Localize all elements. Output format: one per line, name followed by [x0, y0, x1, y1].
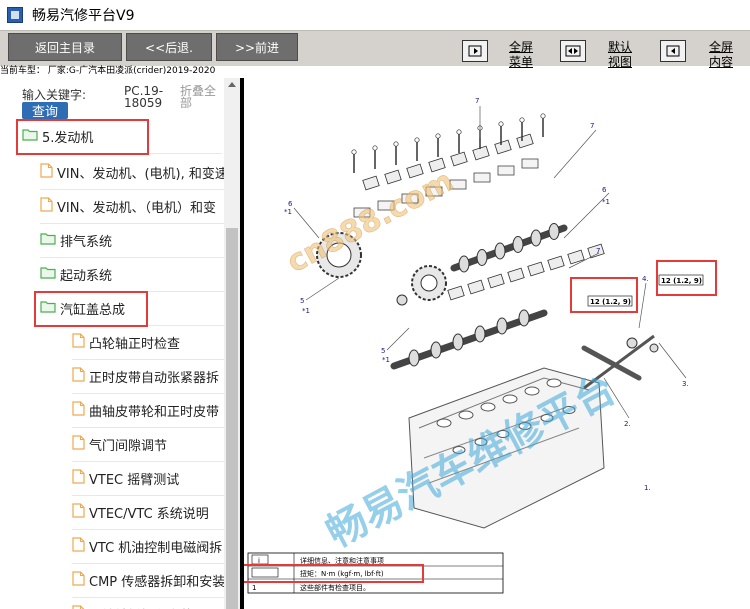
torque-box-1: 12 (1.2, 9)	[587, 295, 633, 307]
scroll-thumb[interactable]	[226, 228, 238, 609]
tree-item-label: 凸轮轴拆卸和安装	[89, 605, 193, 609]
toolbar: 返回主目录 <<后退. >>前进 全屏 菜单 默认 视图 全屏 内容	[0, 30, 750, 69]
callout-1: 1.	[644, 484, 651, 492]
callout-6-right: 6	[602, 186, 607, 194]
tree-item-label: 正时皮带自动张紧器拆	[89, 371, 220, 386]
document-icon	[72, 367, 85, 386]
tree-folder-item[interactable]: 排气系统	[40, 224, 224, 258]
scroll-up-icon[interactable]	[228, 82, 236, 87]
legend-table: i 1 详细信息、注意和注意事项 扭矩：N·m (kgf·m, lbf·ft) …	[247, 552, 504, 594]
legend-row-inspection: 这些部件有检查项目。	[300, 583, 370, 592]
default-view-icon[interactable]	[560, 40, 586, 62]
callout-5-left: 5	[300, 297, 304, 305]
tree-item-label: VTC 机油控制电磁阀拆	[89, 541, 223, 556]
tree-doc-item[interactable]: VIN、发动机、（电机）和变	[40, 190, 224, 224]
tree-item-label: VTEC 摇臂测试	[89, 473, 180, 488]
callout-6-left: 6	[288, 200, 293, 208]
callout-star-1a: *1	[284, 208, 292, 216]
diagram-pane: 7 7 6 6 5 5 7 4. 3. 2. 1. *1 *1 *1 *1 12…	[244, 78, 750, 609]
torque-highlight-1	[570, 277, 638, 313]
fullscreen-content-icon[interactable]	[660, 40, 686, 62]
tree-doc-item[interactable]: 曲轴皮带轮和正时皮带	[72, 394, 224, 428]
forward-button[interactable]: >>前进	[216, 33, 298, 61]
document-icon	[72, 605, 85, 609]
callout-4: 4.	[642, 275, 649, 283]
document-icon	[72, 401, 85, 420]
callout-7-right: 7	[590, 122, 594, 130]
tree-doc-item[interactable]: 气门间隙调节	[72, 428, 224, 462]
tree-doc-item[interactable]: 正时皮带自动张紧器拆	[72, 360, 224, 394]
svg-text:12 (1.2, 9): 12 (1.2, 9)	[661, 277, 702, 285]
app-icon	[7, 7, 23, 23]
exploded-engine-diagram: 7 7 6 6 5 5 7 4. 3. 2. 1. *1 *1 *1 *1 12…	[244, 97, 717, 594]
callout-2: 2.	[624, 420, 631, 428]
document-icon	[72, 503, 85, 522]
highlight-box	[34, 291, 148, 327]
legend-row-info: 详细信息、注意和注意事项	[300, 556, 384, 565]
tree-item-label: 凸轮轴正时检查	[89, 337, 181, 352]
tree-item-label: VTEC/VTC 系统说明	[89, 507, 209, 522]
tree-doc-item[interactable]: CMP 传感器拆卸和安装	[72, 564, 224, 598]
svg-text:1: 1	[252, 584, 256, 592]
fullscreen-menu-icon[interactable]	[462, 40, 488, 62]
callout-star-1c: *1	[382, 356, 390, 364]
document-icon	[72, 469, 85, 488]
tree-folder-item[interactable]: 起动系统	[40, 258, 224, 292]
tree-doc-item[interactable]: VIN、发动机、(电机), 和变速	[40, 156, 224, 190]
left-tree-pane: 输入关键字: 查询 PC.19- 18059 折叠全 部 5.发动机 VIN、发动…	[0, 78, 240, 609]
tree-doc-item[interactable]: VTEC/VTC 系统说明	[72, 496, 224, 530]
highlight-box	[16, 119, 149, 155]
tree-item-label: VIN、发动机、(电机), 和变速	[57, 167, 224, 182]
tree-item-label: VIN、发动机、（电机）和变	[57, 201, 216, 216]
current-vehicle-info: 当前车型： 厂家:G-广汽本田凌派(crider)2019-2020	[0, 66, 216, 76]
tree-scrollbar[interactable]	[224, 78, 240, 609]
back-button[interactable]: <<后退.	[126, 33, 212, 61]
window-title: 畅易汽修平台V9	[32, 8, 135, 24]
collapse-all-link[interactable]: 折叠全 部	[180, 85, 216, 109]
back-to-main-button[interactable]: 返回主目录	[8, 33, 122, 61]
document-icon	[72, 333, 85, 352]
title-bar: 畅易汽修平台V9	[0, 0, 750, 30]
pc-code: PC.19- 18059	[124, 84, 164, 110]
callout-star-1d: *1	[602, 198, 610, 206]
tree-item-label: CMP 传感器拆卸和安装	[89, 575, 224, 590]
svg-text:12 (1.2, 9): 12 (1.2, 9)	[590, 298, 631, 306]
callout-7-mid: 7	[596, 247, 600, 255]
folder-icon	[40, 266, 56, 283]
document-icon	[40, 163, 53, 182]
tree-doc-item[interactable]: VTC 机油控制电磁阀拆	[72, 530, 224, 564]
document-icon	[72, 537, 85, 556]
svg-text:i: i	[258, 557, 260, 565]
tree-item-label: 排气系统	[60, 235, 113, 250]
tree-doc-item[interactable]: 凸轮轴拆卸和安装	[72, 598, 224, 609]
document-icon	[72, 571, 85, 590]
callout-7-top: 7	[475, 97, 479, 105]
callout-5-lower: 5	[381, 347, 385, 355]
tree-doc-item[interactable]: 凸轮轴正时检查	[72, 326, 224, 360]
torque-box-2: 12 (1.2, 9)	[658, 274, 704, 286]
legend-row-torque: 扭矩：N·m (kgf·m, lbf·ft)	[300, 569, 384, 578]
callout-3: 3.	[682, 380, 689, 388]
tree-item-label: 气门间隙调节	[89, 439, 168, 454]
tree-item-label: 起动系统	[60, 269, 113, 284]
tree-doc-item[interactable]: VTEC 摇臂测试	[72, 462, 224, 496]
callout-star-1b: *1	[302, 307, 310, 315]
document-icon	[72, 435, 85, 454]
search-button[interactable]: 查询	[22, 102, 68, 120]
folder-icon	[40, 232, 56, 249]
document-icon	[40, 197, 53, 216]
tree-item-label: 曲轴皮带轮和正时皮带	[89, 405, 220, 420]
